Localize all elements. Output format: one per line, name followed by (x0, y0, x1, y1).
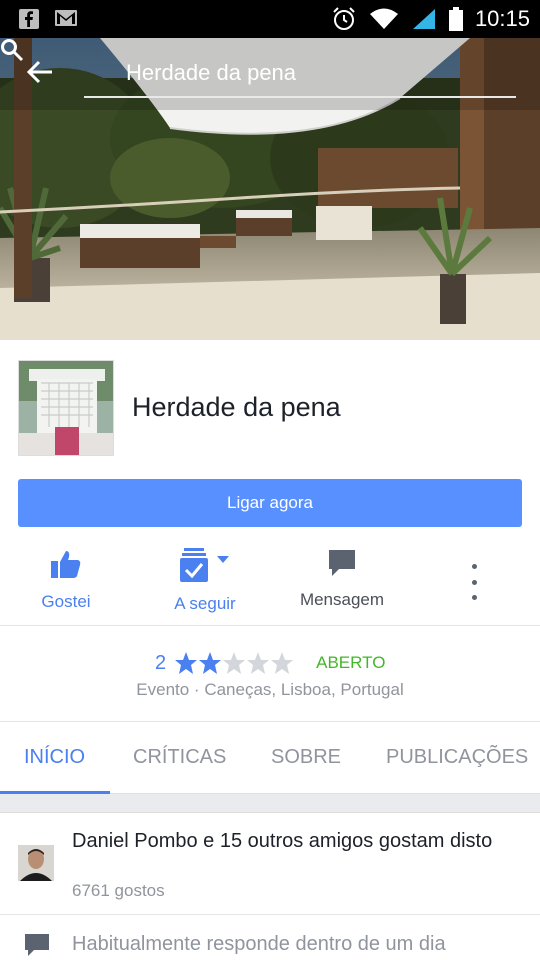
more-dot-icon (471, 595, 477, 600)
friends-like-row[interactable]: Daniel Pombo e 15 outros amigos gostam d… (0, 813, 540, 915)
star-rating-icon (175, 652, 294, 674)
like-button[interactable]: Gostei (26, 548, 106, 612)
following-label: A seguir (174, 594, 236, 613)
status-bar: 10:15 (0, 0, 540, 38)
following-button[interactable]: A seguir (162, 548, 248, 614)
about-card: Daniel Pombo e 15 outros amigos gostam d… (0, 812, 540, 960)
action-bar: Gostei A seguir Mensagem (0, 540, 540, 626)
back-button[interactable] (26, 60, 58, 92)
following-check-icon (180, 548, 208, 582)
wifi-icon (369, 8, 398, 29)
tab-sobre[interactable]: SOBRE (271, 746, 341, 769)
thumbs-up-icon (51, 551, 81, 578)
gmail-icon (55, 10, 77, 26)
message-icon (329, 550, 355, 576)
friend-avatar-image (18, 845, 54, 881)
message-label: Mensagem (299, 590, 385, 609)
response-time-text: Habitualmente responde dentro de um dia (72, 933, 446, 955)
arrow-left-icon (26, 60, 52, 84)
page-header: Herdade da pena (0, 340, 540, 468)
battery-icon (448, 7, 463, 31)
message-icon (25, 934, 49, 956)
search-input[interactable]: Herdade da pena (126, 60, 296, 86)
friends-like-text: Daniel Pombo e 15 outros amigos gostam d… (72, 830, 493, 852)
like-label: Gostei (41, 592, 91, 611)
search-underline (84, 96, 516, 98)
avatar (18, 845, 54, 881)
search-icon (1, 39, 24, 62)
more-dot-icon (471, 579, 477, 585)
call-now-button[interactable]: Ligar agora (18, 479, 522, 527)
more-dot-icon (471, 564, 477, 569)
tab-criticas[interactable]: CRÍTICAS (133, 746, 226, 769)
clock-time: 10:15 (474, 6, 530, 31)
tab-publicacoes[interactable]: PUBLICAÇÕES (386, 746, 528, 769)
rating-section[interactable]: 2 ABERTO Evento · Caneças, Lisboa, Portu… (0, 626, 540, 722)
chevron-down-icon (217, 556, 229, 563)
facebook-icon (19, 9, 39, 29)
section-divider (0, 794, 540, 812)
cover-photo[interactable]: Herdade da pena (0, 38, 540, 340)
message-button[interactable]: Mensagem (292, 548, 392, 610)
tab-inicio[interactable]: INÍCIO (24, 746, 85, 769)
tab-bar: INÍCIO CRÍTICAS SOBRE PUBLICAÇÕES (0, 722, 540, 794)
signal-icon (412, 9, 435, 29)
profile-picture[interactable] (18, 360, 114, 456)
alarm-icon (333, 7, 355, 30)
rating-value: 2 (155, 651, 167, 674)
profile-image (19, 361, 113, 455)
open-status: ABERTO (316, 653, 386, 672)
category-location: Evento · Caneças, Lisboa, Portugal (136, 680, 404, 699)
more-options-button[interactable] (462, 564, 486, 600)
page-title: Herdade da pena (132, 392, 341, 422)
likes-count: 6761 gostos (72, 881, 165, 900)
